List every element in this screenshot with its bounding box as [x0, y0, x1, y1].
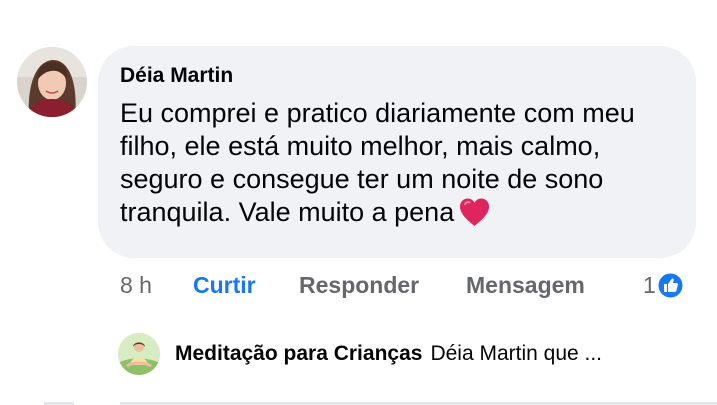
reaction-count: 1: [643, 271, 656, 298]
comment-bubble: Déia Martin Eu comprei e pratico diariam…: [98, 46, 696, 258]
reply-author[interactable]: Meditação para Crianças: [175, 342, 422, 366]
reply-preview-text: Déia Martin que ...: [430, 342, 603, 365]
commenter-avatar[interactable]: [17, 47, 87, 117]
reaction-summary[interactable]: 1: [643, 270, 683, 300]
heart-icon: [458, 197, 491, 227]
like-icon: [658, 273, 683, 298]
like-button[interactable]: Curtir: [193, 272, 256, 299]
comment-text: Eu comprei e pratico diariamente com meu…: [120, 98, 635, 227]
reply-button[interactable]: Responder: [299, 272, 419, 299]
comment-text-block: Eu comprei e pratico diariamente com meu…: [120, 97, 680, 229]
page-avatar[interactable]: [118, 333, 160, 375]
comment-author[interactable]: Déia Martin: [120, 63, 672, 89]
message-button[interactable]: Mensagem: [466, 272, 585, 299]
reply-preview-row[interactable]: Meditação para Crianças Déia Martin que …: [118, 333, 602, 375]
comment-timestamp[interactable]: 8 h: [120, 272, 152, 299]
